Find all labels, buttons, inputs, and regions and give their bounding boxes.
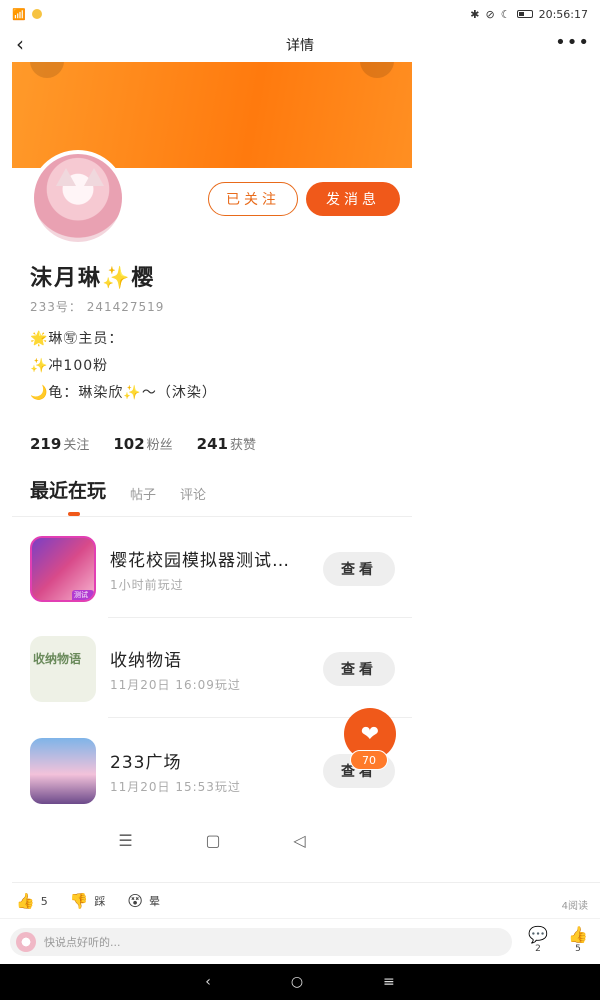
menu-icon: ☰ [118, 830, 133, 850]
like-count: 5 [575, 944, 581, 954]
game-badge: 测试版 [72, 590, 94, 600]
send-message-button[interactable]: 发消息 [306, 182, 400, 216]
moon-icon: ☾ [500, 7, 511, 21]
system-nav-bar: ‹ ○ ≡ [0, 964, 600, 1000]
post-image-profile[interactable]: 已关注 发消息 沫月琳✨樱 233号： 241427519 🌟琳㊢主员： ✨冲1… [12, 62, 412, 864]
post-actions: 👍 5 👎 踩 😵 晕 [16, 892, 160, 910]
game-row[interactable]: 测试版 樱花校园模拟器测试… 1小时前玩过 查看 [12, 518, 412, 618]
game-row[interactable]: 收纳物语 收纳物语 11月20日 16:09玩过 查看 [12, 618, 412, 718]
tab-comments[interactable]: 评论 [180, 484, 206, 503]
stat-following[interactable]: 219 关注 [30, 434, 89, 453]
page-title: 详情 [286, 38, 314, 54]
comment-bar[interactable] [10, 928, 512, 956]
cover-back-icon [30, 62, 64, 78]
comment-count: 2 [535, 944, 541, 954]
bio-line: 🌟琳㊢主员： [30, 331, 124, 347]
read-count: 4阅读 [561, 901, 588, 912]
stat-fans[interactable]: 102 粉丝 [113, 434, 172, 453]
profile-stats: 219 关注 102 粉丝 241 获赞 [30, 434, 256, 453]
game-title: 樱花校园模拟器测试… [110, 551, 290, 571]
game-icon-text: 收纳物语 [33, 652, 82, 666]
status-time: 20:56:17 [538, 7, 588, 21]
profile-uid: 233号： 241427519 [30, 300, 165, 314]
game-icon-plaza [30, 738, 96, 804]
bio-line: 🌙龟：琳染欣✨～（沐染） [30, 385, 217, 401]
nav-menu-icon[interactable]: ≡ [383, 974, 395, 990]
avatar-ear-right [84, 168, 104, 186]
game-last-played: 1小时前玩过 [110, 578, 184, 592]
like-button[interactable]: 👍 5 [568, 925, 588, 955]
tab-posts[interactable]: 帖子 [130, 484, 156, 503]
status-left: 📶 [12, 8, 42, 21]
cover-more-icon [360, 62, 394, 78]
like-button[interactable]: 👍 5 [16, 892, 48, 910]
stat-likes: 241 获赞 [196, 435, 256, 453]
status-right: ✱ ⊘ ☾ 20:56:17 [470, 8, 588, 21]
divider [12, 516, 412, 517]
dizzy-button[interactable]: 😵 晕 [127, 892, 160, 910]
game-icon-storage: 收纳物语 [30, 636, 96, 702]
dislike-label: 踩 [94, 895, 106, 908]
avatar [16, 932, 36, 952]
comment-button[interactable]: 💬 2 [528, 925, 548, 955]
battery-icon [516, 10, 533, 18]
game-last-played: 11月20日 16:09玩过 [110, 678, 241, 692]
mute-icon: ⊘ [485, 7, 495, 21]
profile-bio: 🌟琳㊢主员： ✨冲100粉 🌙龟：琳染欣✨～（沐染） [30, 326, 217, 407]
like-count: 5 [40, 894, 48, 908]
divider [0, 918, 600, 919]
top-nav: ‹ 详情 ••• [0, 28, 600, 62]
thumbs-up-icon: 👍 [16, 892, 35, 910]
avatar-ear-left [56, 168, 76, 186]
wifi-icon: 📶 [12, 7, 26, 21]
status-bar: 📶 ✱ ⊘ ☾ 20:56:17 [0, 0, 600, 28]
home-icon: ▢ [205, 830, 221, 850]
profile-tabs: 最近在玩 帖子 评论 [30, 476, 206, 503]
game-title: 收纳物语 [110, 651, 182, 671]
dizzy-label: 晕 [149, 895, 161, 908]
comment-icon: 💬 [528, 925, 548, 944]
view-button[interactable]: 查看 [323, 652, 395, 686]
game-title: 233广场 [110, 753, 182, 773]
profile-name: 沫月琳✨樱 [30, 266, 156, 291]
comment-input[interactable] [44, 935, 506, 949]
back-icon[interactable]: ‹ [8, 32, 32, 56]
tab-recently-played[interactable]: 最近在玩 [30, 476, 106, 503]
bottom-actions: 💬 2 👍 5 [528, 925, 588, 955]
nav-home-icon[interactable]: ○ [291, 974, 303, 990]
avatar [30, 150, 126, 246]
nav-back-icon[interactable]: ‹ [205, 974, 211, 990]
view-button[interactable]: 查看 [323, 552, 395, 586]
thumbs-down-icon: 👎 [69, 892, 89, 910]
notification-icon [31, 9, 42, 19]
more-icon[interactable]: ••• [555, 32, 590, 53]
game-last-played: 11月20日 15:53玩过 [110, 780, 241, 794]
game-icon-sakura: 测试版 [30, 536, 96, 602]
divider [12, 882, 600, 883]
followed-button[interactable]: 已关注 [208, 182, 298, 216]
bluetooth-icon: ✱ [470, 7, 480, 21]
dislike-button[interactable]: 👎 踩 [70, 892, 106, 910]
dizzy-face-icon: 😵 [127, 892, 144, 910]
bio-line: ✨冲100粉 [30, 358, 109, 374]
thumbs-up-icon: 👍 [568, 925, 588, 944]
back-triangle-icon: ◁ [293, 830, 306, 850]
heart-count: 70 [350, 750, 388, 770]
embedded-system-nav: ☰ ▢ ◁ [12, 822, 412, 858]
